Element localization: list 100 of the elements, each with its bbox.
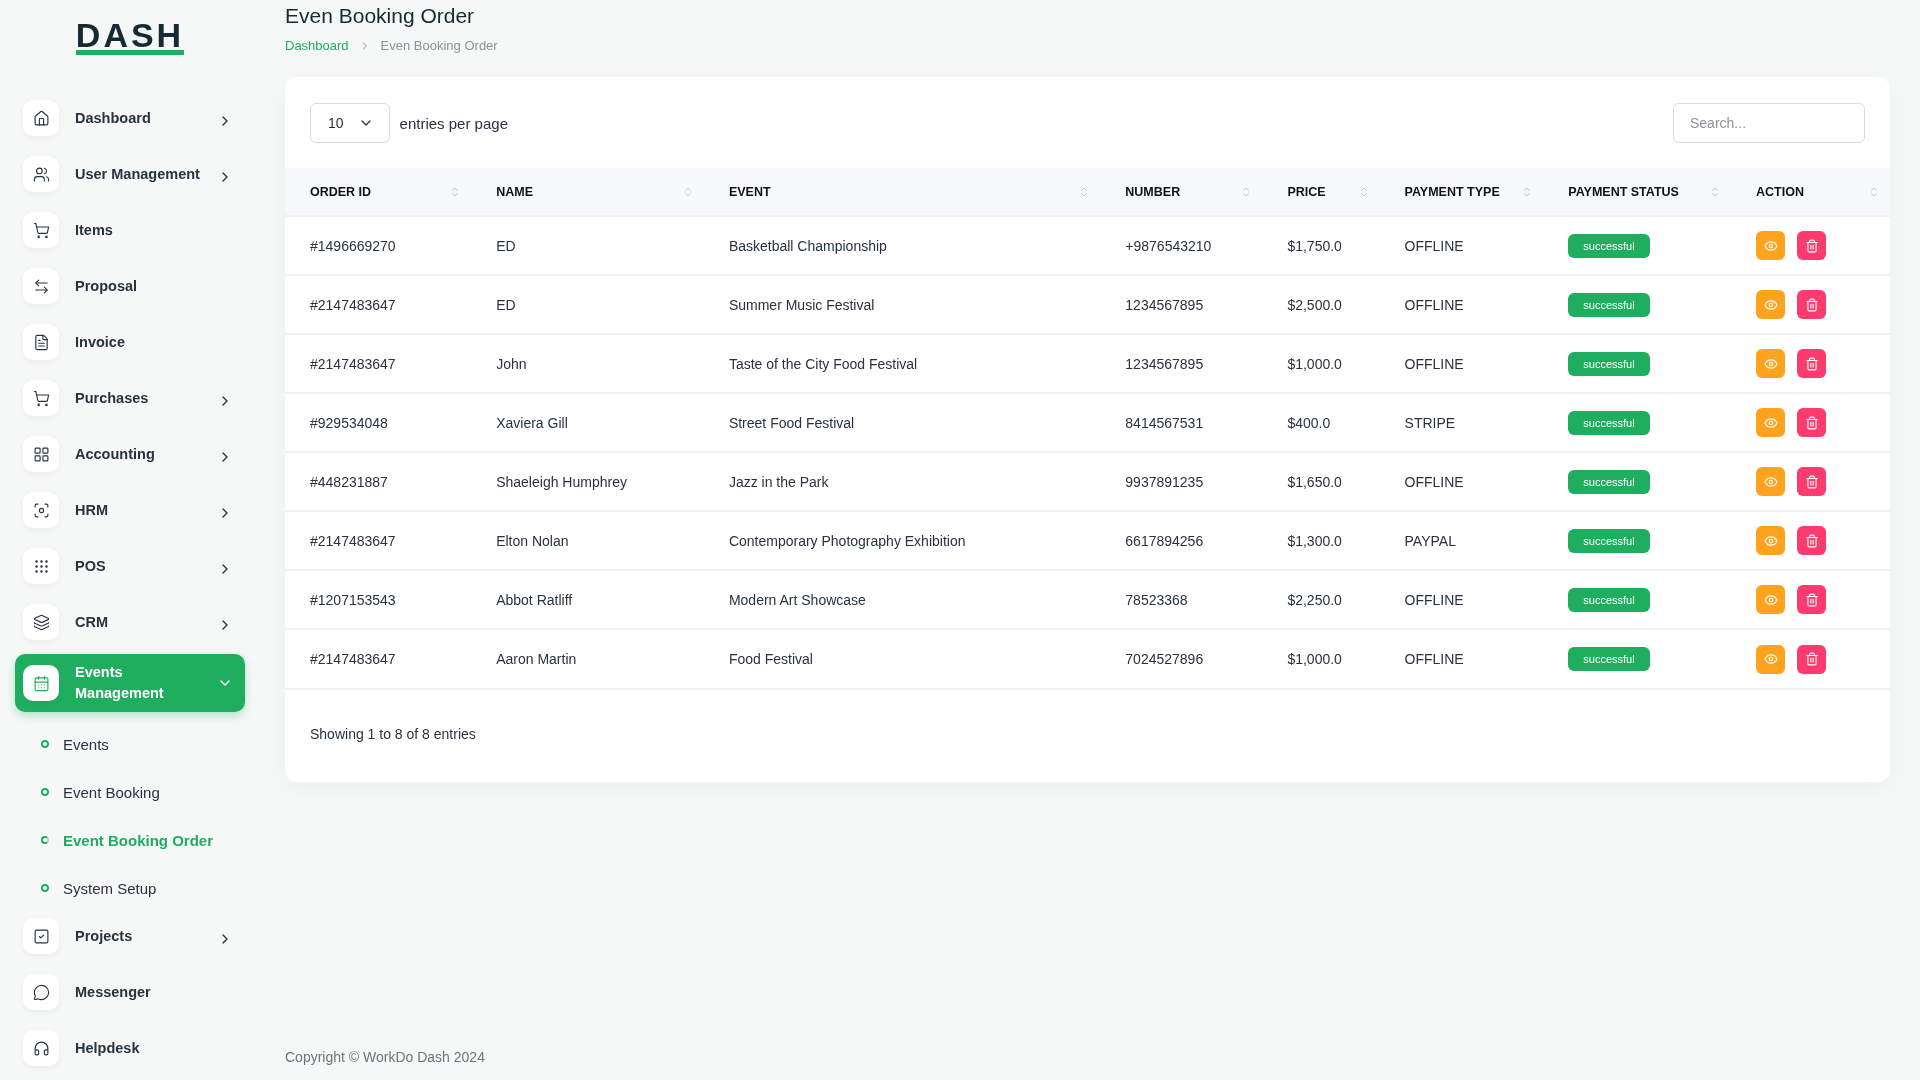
delete-button[interactable]: [1797, 467, 1827, 496]
home-icon: [23, 100, 59, 136]
copyright-text: Copyright © WorkDo Dash 2024: [285, 1049, 486, 1067]
table-cell: #1207153543: [285, 570, 472, 629]
eye-icon: [1763, 533, 1778, 548]
trash-icon: [1804, 474, 1819, 489]
table-cell: $1,000.0: [1262, 629, 1380, 688]
column-header[interactable]: EVENT: [703, 168, 1101, 216]
table-cell: $1,000.0: [1262, 334, 1380, 393]
sidebar-item[interactable]: POS: [15, 542, 245, 590]
trash-icon: [1804, 356, 1819, 371]
page-title: Even Booking Order: [285, 4, 476, 28]
table-cell: PAYPAL: [1379, 511, 1544, 570]
column-header[interactable]: ACTION: [1731, 168, 1890, 216]
table-cell: $1,750.0: [1262, 216, 1380, 275]
sidebar-item[interactable]: Projects: [15, 912, 245, 960]
column-header[interactable]: NAME: [471, 168, 704, 216]
delete-button[interactable]: [1797, 349, 1827, 378]
sidebar-item[interactable]: Purchases: [15, 374, 245, 422]
column-header[interactable]: PRICE: [1262, 168, 1380, 216]
sidebar-item[interactable]: Messenger: [15, 968, 245, 1016]
submenu-item[interactable]: Event Booking: [15, 768, 245, 816]
trash-icon: [1804, 238, 1819, 253]
table-cell: $1,650.0: [1262, 452, 1380, 511]
submenu-item[interactable]: Events: [15, 720, 245, 768]
grid-icon: [23, 436, 59, 472]
table-cell: #929534048: [285, 393, 472, 452]
delete-button[interactable]: [1797, 644, 1827, 674]
entries-label: entries per page: [399, 114, 508, 132]
table-cell: #2147483647: [285, 275, 472, 334]
view-button[interactable]: [1756, 526, 1786, 555]
table-cell: 9937891235: [1100, 452, 1263, 511]
column-header[interactable]: PAYMENT STATUS: [1543, 168, 1732, 216]
dash-logo: DASH: [75, 19, 185, 55]
trash-icon: [1804, 415, 1819, 430]
trash-icon: [1804, 533, 1819, 548]
delete-button[interactable]: [1797, 290, 1827, 319]
table-cell: $2,500.0: [1262, 275, 1380, 334]
column-header[interactable]: ORDER ID: [285, 168, 472, 216]
arrows-icon: [23, 268, 59, 304]
table-cell: 1234567895: [1100, 334, 1263, 393]
status-badge: successful: [1568, 587, 1650, 612]
bullet-icon: [41, 740, 49, 748]
table-cell: OFFLINE: [1379, 452, 1544, 511]
table-cell: 7024527896: [1100, 629, 1263, 688]
submenu-label: System Setup: [63, 879, 157, 897]
focus-icon: [23, 492, 59, 528]
view-button[interactable]: [1756, 408, 1786, 437]
entries-select[interactable]: 10: [310, 103, 390, 143]
sidebar-item[interactable]: CRM: [15, 598, 245, 646]
column-header[interactable]: NUMBER: [1100, 168, 1263, 216]
bullet-icon: [41, 836, 49, 844]
sidebar-item[interactable]: Items: [15, 206, 245, 254]
status-badge: successful: [1568, 351, 1650, 376]
view-button[interactable]: [1756, 585, 1786, 614]
table-cell: OFFLINE: [1379, 334, 1544, 393]
table-cell: OFFLINE: [1379, 216, 1544, 275]
sort-icon: [1868, 185, 1880, 198]
sidebar-item[interactable]: Invoice: [15, 318, 245, 366]
submenu-item[interactable]: System Setup: [15, 864, 245, 912]
view-button[interactable]: [1756, 349, 1786, 378]
trash-icon: [1804, 297, 1819, 312]
delete-button[interactable]: [1797, 408, 1827, 437]
delete-button[interactable]: [1797, 585, 1827, 614]
delete-button[interactable]: [1797, 526, 1827, 555]
status-badge: successful: [1568, 233, 1650, 258]
eye-icon: [1763, 238, 1778, 253]
chat-icon: [23, 974, 59, 1010]
view-button[interactable]: [1756, 644, 1786, 674]
table-cell: OFFLINE: [1379, 570, 1544, 629]
search-field[interactable]: Search...: [1673, 103, 1865, 143]
dots-grid-icon: [23, 548, 59, 584]
checkbox-icon: [23, 918, 59, 954]
bullet-icon: [41, 788, 49, 796]
view-button[interactable]: [1756, 231, 1786, 260]
eye-icon: [1763, 356, 1778, 371]
delete-button[interactable]: [1797, 231, 1827, 260]
sidebar-item[interactable]: Accounting: [15, 430, 245, 478]
view-button[interactable]: [1756, 290, 1786, 319]
submenu-label: Events: [63, 735, 109, 753]
eye-icon: [1763, 297, 1778, 312]
table-cell: ED: [471, 216, 704, 275]
status-badge: successful: [1568, 469, 1650, 494]
sidebar-item[interactable]: Dashboard: [15, 94, 245, 142]
sidebar-item[interactable]: Proposal: [15, 262, 245, 310]
view-button[interactable]: [1756, 467, 1786, 496]
table-cell: #2147483647: [285, 511, 472, 570]
sidebar-item[interactable]: Helpdesk: [15, 1024, 245, 1072]
sidebar-item[interactable]: HRM: [15, 486, 245, 534]
sidebar-item[interactable]: User Management: [15, 150, 245, 198]
calendar-icon: [23, 665, 59, 701]
headphones-icon: [23, 1030, 59, 1066]
table-cell: STRIPE: [1379, 393, 1544, 452]
table-cell: Abbot Ratliff: [471, 570, 704, 629]
table-cell: #1496669270: [285, 216, 472, 275]
table-cell: 8414567531: [1100, 393, 1263, 452]
table-cell: Street Food Festival: [703, 393, 1101, 452]
cart-icon: [23, 380, 59, 416]
status-badge: successful: [1568, 647, 1650, 671]
column-header[interactable]: PAYMENT TYPE: [1379, 168, 1544, 216]
